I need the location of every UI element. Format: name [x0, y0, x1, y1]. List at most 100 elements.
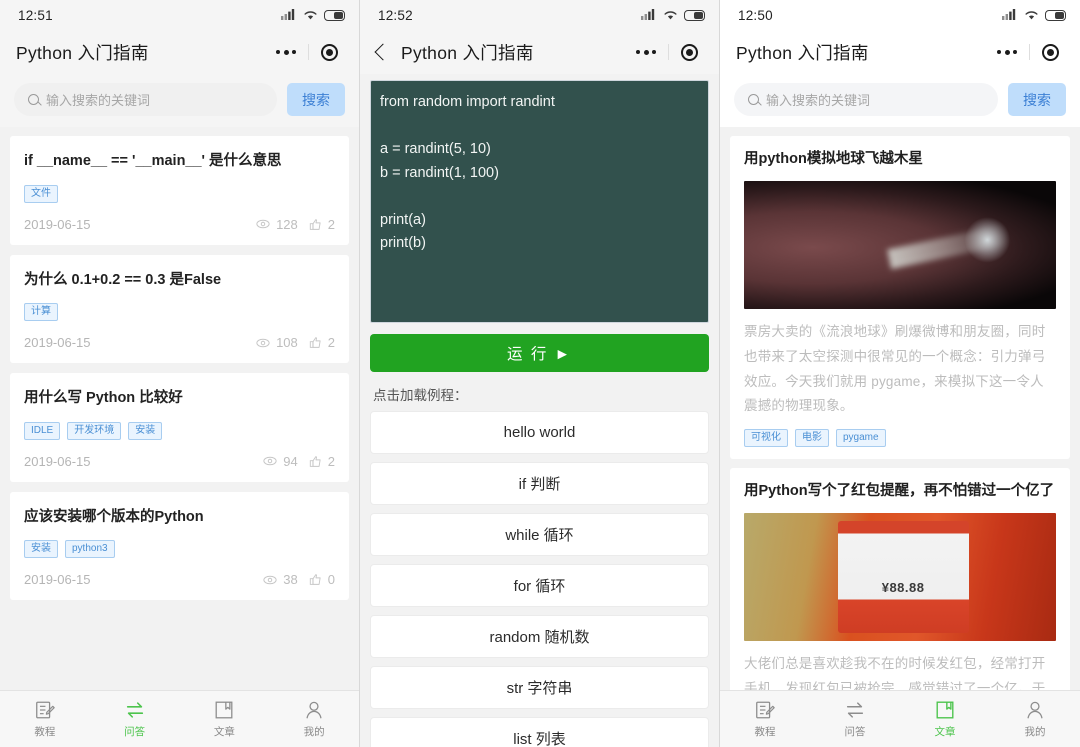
qa-title: 用什么写 Python 比较好 — [24, 390, 183, 407]
exchange-arrows-icon — [846, 702, 864, 718]
examples-label: 点击加载例程： — [373, 388, 468, 403]
tag[interactable]: 计算 — [24, 303, 58, 322]
example-str[interactable]: str 字符串 — [370, 666, 709, 709]
example-if[interactable]: if 判断 — [370, 462, 709, 505]
list-item[interactable]: if __name__ == '__main__' 是什么意思 文件 2019-… — [10, 136, 349, 245]
tab-bar: 教程 问答 文章 我的 — [720, 690, 1080, 747]
three-phone-screenshots: 12:51 Python 入门指南 输入搜索的关键词 搜索 if __name_… — [0, 0, 1080, 747]
battery-icon — [324, 9, 345, 21]
target-circle-icon[interactable] — [669, 37, 709, 67]
person-icon — [306, 701, 322, 719]
example-while[interactable]: while 循环 — [370, 513, 709, 556]
tag-row: 可视化 电影 pygame — [744, 429, 1056, 448]
more-dots-icon[interactable] — [985, 37, 1029, 67]
qa-date: 2019-06-15 — [24, 335, 91, 351]
miniprogram-capsule — [624, 37, 709, 67]
qa-date: 2019-06-15 — [24, 216, 91, 232]
more-dots-icon[interactable] — [624, 37, 668, 67]
tab-label: 教程 — [34, 726, 56, 738]
tab-tutorial[interactable]: 教程 — [0, 699, 90, 739]
search-input[interactable]: 输入搜索的关键词 — [734, 83, 998, 116]
search-input[interactable]: 输入搜索的关键词 — [14, 83, 277, 116]
view-count: 38 — [283, 572, 298, 588]
target-circle-icon[interactable] — [1030, 37, 1070, 67]
back-chevron-icon[interactable] — [374, 43, 392, 61]
tab-articles[interactable]: 文章 — [900, 699, 990, 739]
target-circle-icon[interactable] — [309, 37, 349, 67]
tab-qa[interactable]: 问答 — [810, 699, 900, 739]
more-dots-icon[interactable] — [264, 37, 308, 67]
example-list[interactable]: list 列表 — [370, 717, 709, 747]
battery-icon — [684, 9, 705, 21]
status-bar: 12:52 — [360, 0, 719, 30]
miniprogram-capsule — [985, 37, 1070, 67]
view-count: 94 — [283, 453, 298, 469]
article-excerpt: 票房大卖的《流浪地球》刷爆微博和朋友圈，同时也带来了太空探测中很常见的一个概念：… — [744, 323, 1046, 414]
signal-bars-icon — [641, 9, 655, 20]
view-count: 128 — [276, 216, 298, 232]
signal-bars-icon — [1002, 9, 1016, 20]
qa-meta: 2019-06-15 108 2 — [24, 335, 335, 350]
tag[interactable]: pygame — [836, 429, 886, 448]
article-card-list[interactable]: 用python模拟地球飞越木星 票房大卖的《流浪地球》刷爆微博和朋友圈，同时也带… — [720, 127, 1080, 690]
status-clock: 12:52 — [378, 7, 413, 23]
like-count: 2 — [327, 453, 335, 469]
tag[interactable]: 开发环境 — [67, 421, 122, 440]
tab-tutorial[interactable]: 教程 — [720, 699, 810, 739]
page-title: Python 入门指南 — [16, 42, 149, 63]
qa-meta: 2019-06-15 94 2 — [24, 454, 335, 469]
list-item[interactable]: 用什么写 Python 比较好 IDLE 开发环境 安装 2019-06-15 … — [10, 373, 349, 482]
tag[interactable]: 安装 — [128, 421, 163, 440]
tag[interactable]: 可视化 — [744, 429, 788, 448]
qa-title: 为什么 0.1+0.2 == 0.3 是False — [24, 271, 222, 288]
tab-profile[interactable]: 我的 — [990, 699, 1080, 739]
tab-articles[interactable]: 文章 — [180, 699, 270, 739]
status-bar: 12:51 — [0, 0, 359, 30]
list-item[interactable]: 用python模拟地球飞越木星 票房大卖的《流浪地球》刷爆微博和朋友圈，同时也带… — [730, 136, 1070, 460]
tag[interactable]: 文件 — [24, 184, 58, 203]
article-excerpt: 大佬们总是喜欢趁我不在的时候发红包，经常打开手机，发现红包已被抢完，感觉错过了一… — [744, 656, 1046, 690]
example-random[interactable]: random 随机数 — [370, 615, 709, 658]
nav-bar: Python 入门指南 — [720, 30, 1080, 74]
tag[interactable]: 安装 — [24, 540, 58, 559]
list-item[interactable]: 应该安装哪个版本的Python 安装 python3 2019-06-15 38… — [10, 491, 349, 601]
status-icons — [1002, 9, 1066, 21]
qa-stats: 108 2 — [256, 335, 335, 350]
code-runner-body[interactable]: from random import randint a = randint(5… — [360, 74, 719, 747]
code-editor[interactable]: from random import randint a = randint(5… — [370, 80, 709, 323]
tab-label: 我的 — [303, 726, 325, 738]
example-for[interactable]: for 循环 — [370, 564, 709, 607]
screen-qa-list: 12:51 Python 入门指南 输入搜索的关键词 搜索 if __name_… — [0, 0, 360, 747]
search-placeholder: 输入搜索的关键词 — [766, 93, 871, 108]
tab-bar: 教程 问答 文章 我的 — [0, 690, 359, 747]
nav-bar: Python 入门指南 — [360, 30, 719, 74]
search-button[interactable]: 搜索 — [287, 83, 345, 116]
planet-gravity-slingshot-image — [744, 180, 1056, 309]
qa-stats: 94 2 — [263, 454, 335, 469]
status-icons — [641, 9, 705, 21]
signal-bars-icon — [281, 9, 295, 20]
search-button[interactable]: 搜索 — [1008, 83, 1066, 116]
status-bar: 12:50 — [720, 0, 1080, 30]
tag[interactable]: 电影 — [795, 429, 829, 448]
tag[interactable]: python3 — [65, 540, 115, 559]
tag-row: 文件 — [24, 184, 335, 203]
run-button[interactable]: 运 行 ► — [370, 334, 709, 372]
book-icon — [936, 701, 954, 719]
eye-icon — [256, 219, 270, 229]
qa-title: if __name__ == '__main__' 是什么意思 — [24, 153, 282, 169]
qa-date: 2019-06-15 — [24, 572, 91, 588]
status-icons — [281, 9, 345, 21]
example-hello-world[interactable]: hello world — [370, 411, 709, 454]
list-item[interactable]: 用Python写个了红包提醒，再不怕错过一个亿了 大佬们总是喜欢趁我不在的时候发… — [730, 468, 1070, 690]
view-count: 108 — [276, 335, 298, 351]
tab-profile[interactable]: 我的 — [269, 699, 359, 739]
tag[interactable]: IDLE — [24, 421, 61, 440]
list-item[interactable]: 为什么 0.1+0.2 == 0.3 是False 计算 2019-06-15 … — [10, 254, 349, 364]
like-count: 2 — [327, 335, 335, 351]
tab-qa[interactable]: 问答 — [90, 699, 180, 739]
qa-card-list[interactable]: if __name__ == '__main__' 是什么意思 文件 2019-… — [0, 127, 359, 690]
qa-stats: 38 0 — [263, 572, 335, 587]
like-count: 2 — [327, 216, 335, 232]
tab-label: 文章 — [934, 726, 956, 738]
